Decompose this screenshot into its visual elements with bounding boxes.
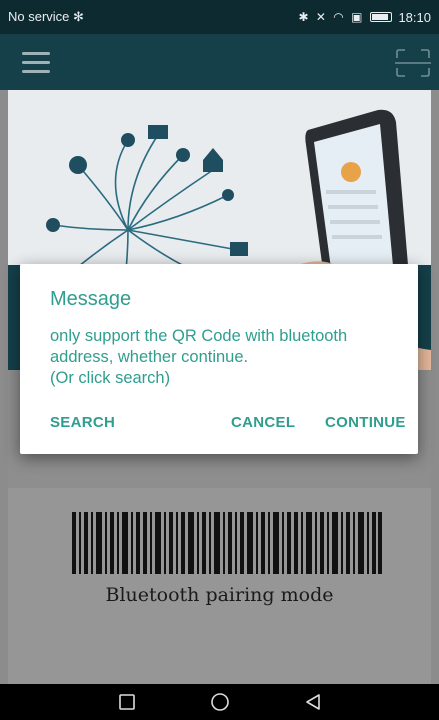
wifi-icon: ◠ xyxy=(333,10,346,24)
dialog-message-hint: (Or click search) xyxy=(50,369,171,387)
scan-qr-icon[interactable] xyxy=(395,48,431,78)
dialog-message: only support the QR Code with bluetooth … xyxy=(50,326,400,389)
barcode-caption: Bluetooth pairing mode xyxy=(105,584,334,606)
nfc-icon: ▣ xyxy=(351,10,365,24)
recents-square-icon[interactable] xyxy=(107,684,147,720)
dialog-title: Message xyxy=(50,288,132,310)
bluetooth-icon: ✱ xyxy=(298,10,311,24)
search-button[interactable]: SEARCH xyxy=(50,414,115,431)
bluetooth-icon: ✻ xyxy=(73,9,84,24)
hamburger-menu-icon[interactable] xyxy=(22,52,52,74)
barcode-image xyxy=(72,512,382,574)
clock: 18:10 xyxy=(398,9,431,25)
barcode-card: Bluetooth pairing mode xyxy=(8,488,431,684)
status-right: ✱ ✕ ◠ ▣ 18:10 xyxy=(298,10,431,25)
app-toolbar xyxy=(0,34,439,90)
battery-icon xyxy=(370,12,393,22)
carrier-text: No service ✻ xyxy=(8,9,84,24)
mute-icon: ✕ xyxy=(315,10,328,24)
dialog-message-text: only support the QR Code with bluetooth … xyxy=(50,327,348,366)
status-bar: No service ✻ ✱ ✕ ◠ ▣ 18:10 xyxy=(0,0,439,34)
status-icons: ✱ ✕ ◠ ▣ xyxy=(298,10,364,24)
system-nav-bar xyxy=(0,684,439,720)
back-triangle-icon[interactable] xyxy=(293,684,333,720)
cancel-button[interactable]: CANCEL xyxy=(231,414,295,431)
message-dialog: Message only support the QR Code with bl… xyxy=(20,264,418,454)
home-circle-icon[interactable] xyxy=(200,684,240,720)
continue-button[interactable]: CONTINUE xyxy=(325,414,406,431)
